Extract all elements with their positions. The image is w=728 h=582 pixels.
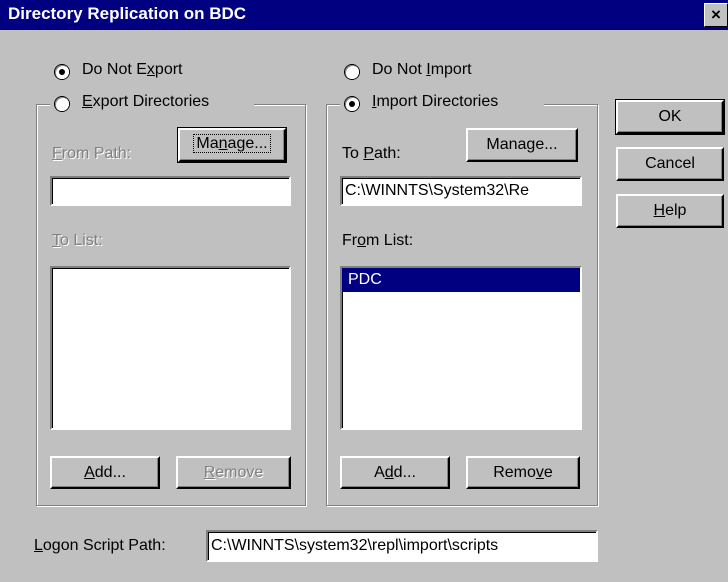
import-manage-button[interactable]: Manage... [466, 128, 578, 162]
export-manage-button[interactable]: Manage... [177, 127, 287, 163]
from-path-input[interactable] [50, 176, 291, 206]
from-path-label: From Path: [52, 145, 132, 162]
export-add-button[interactable]: Add... [50, 456, 160, 489]
to-list-label: To List: [52, 232, 103, 249]
to-path-label: To Path: [342, 145, 401, 162]
logon-script-path-input[interactable]: C:\WINNTS\system32\repl\import\scripts [206, 530, 598, 562]
from-list-label: From List: [342, 232, 414, 249]
import-directories-label[interactable]: Import Directories [372, 93, 498, 111]
logon-script-path-label: Logon Script Path: [34, 537, 166, 554]
do-not-import-radio[interactable] [345, 65, 359, 79]
title-bar[interactable]: Directory Replication on BDC × [0, 0, 728, 30]
from-list-listbox[interactable]: PDC [340, 266, 582, 430]
close-icon: × [711, 5, 721, 24]
help-button[interactable]: Help [616, 194, 724, 228]
cancel-button[interactable]: Cancel [616, 147, 724, 181]
import-add-button[interactable]: Add... [340, 456, 450, 489]
export-directories-radio[interactable] [55, 97, 69, 111]
to-path-input[interactable]: C:\WINNTS\System32\Re [340, 176, 582, 206]
close-button[interactable]: × [704, 3, 728, 27]
do-not-export-radio[interactable] [55, 65, 69, 79]
window-title: Directory Replication on BDC [8, 4, 247, 23]
ok-button[interactable]: OK [615, 99, 725, 135]
to-list-listbox[interactable] [50, 266, 291, 430]
export-remove-button[interactable]: Remove [176, 456, 291, 489]
do-not-import-label[interactable]: Do Not Import [372, 61, 472, 79]
export-directories-label[interactable]: Export Directories [82, 93, 209, 111]
do-not-export-label[interactable]: Do Not Export [82, 61, 183, 79]
list-item[interactable]: PDC [342, 268, 580, 292]
import-directories-radio[interactable] [345, 97, 359, 111]
import-remove-button[interactable]: Remove [466, 456, 580, 489]
